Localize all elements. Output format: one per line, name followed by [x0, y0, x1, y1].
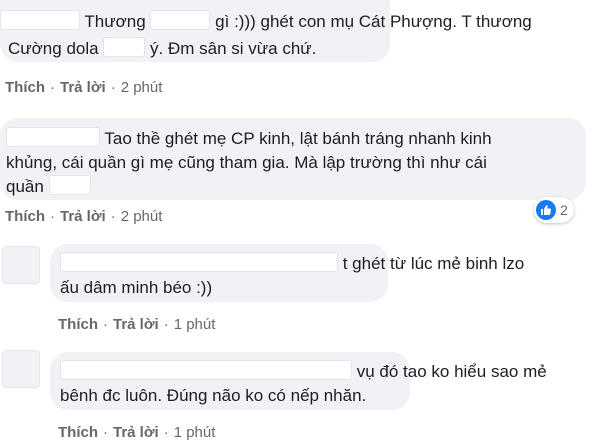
like-link[interactable]: Thích	[5, 208, 45, 225]
reply-link[interactable]: Trả lời	[60, 208, 106, 225]
redacted-name	[150, 10, 211, 30]
redacted-name	[6, 127, 100, 147]
comment-text: gì :))) ghét con mụ Cát Phượng. T thương	[215, 12, 532, 31]
comment-text: quần	[6, 177, 44, 196]
like-link[interactable]: Thích	[5, 79, 45, 96]
comment-text: ý. Đm sân si vừa chứ.	[150, 39, 317, 58]
reply-bubble-2: vụ đó tao ko hiểu sao mẻ bênh đc luôn. Đ…	[50, 352, 547, 410]
reply-actions-1: Thích · Trả lời · 1 phút	[58, 316, 216, 333]
avatar[interactable]	[2, 246, 40, 284]
comment-actions-2: Thích · Trả lời · 2 phút	[5, 208, 163, 225]
like-link[interactable]: Thích	[58, 424, 98, 441]
reply-link[interactable]: Trả lời	[113, 316, 159, 333]
like-icon	[536, 200, 556, 220]
comment-text: Tao thề ghét mẹ CP kinh, lật bánh tráng …	[104, 129, 492, 148]
like-link[interactable]: Thích	[58, 316, 98, 333]
comment-actions-1: Thích · Trả lời · 2 phút	[5, 79, 163, 96]
reply-link[interactable]: Trả lời	[113, 424, 159, 441]
comment-text: t ghét từ lúc mẻ binh lzo	[342, 254, 525, 273]
redacted-name	[0, 10, 80, 30]
comment-text: bênh đc luôn. Đúng não ko có nếp nhăn.	[60, 386, 367, 405]
reaction-badge[interactable]: 2	[534, 197, 574, 223]
reply-actions-2: Thích · Trả lời · 1 phút	[58, 424, 216, 441]
redacted-name	[60, 360, 352, 380]
redacted-name	[103, 37, 146, 57]
comment-text: vụ đó tao ko hiểu sao mẻ	[356, 362, 547, 381]
avatar[interactable]	[2, 350, 40, 388]
comment-text: ấu dâm minh béo :))	[60, 278, 213, 297]
redacted-name	[48, 175, 91, 195]
comment-text: khủng, cái quần gì mẹ cũng tham gia. Mà …	[6, 153, 487, 172]
reply-link[interactable]: Trả lời	[60, 79, 106, 96]
timestamp[interactable]: 2 phút	[121, 79, 163, 96]
comment-text: Thương	[84, 12, 146, 31]
redacted-name	[60, 252, 338, 272]
timestamp[interactable]: 1 phút	[174, 424, 216, 441]
timestamp[interactable]: 2 phút	[121, 208, 163, 225]
comment-bubble-2: Tao thề ghét mẹ CP kinh, lật bánh tráng …	[0, 118, 586, 200]
comment-text: Cường dola	[8, 39, 99, 58]
reaction-count: 2	[560, 202, 568, 218]
reply-bubble-1: t ghét từ lúc mẻ binh lzo ấu dâm minh bé…	[50, 244, 524, 302]
comment-bubble-1: Thương gì :))) ghét con mụ Cát Phượng. T…	[0, 0, 532, 62]
timestamp[interactable]: 1 phút	[174, 316, 216, 333]
